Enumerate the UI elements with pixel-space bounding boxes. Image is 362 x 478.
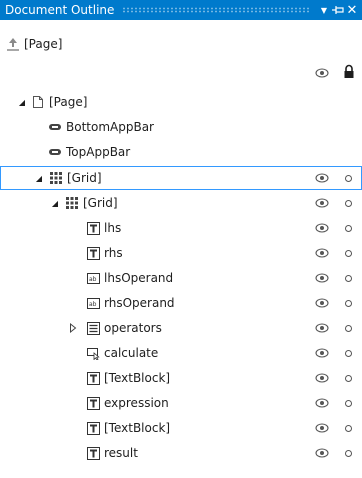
grid-icon (49, 171, 63, 185)
visibility-eye-icon[interactable] (315, 246, 329, 260)
visibility-eye-icon[interactable] (315, 221, 329, 235)
textblock-icon (86, 221, 100, 235)
tree-item-textblock-1[interactable]: [TextBlock] (0, 366, 362, 390)
visibility-eye-icon[interactable] (315, 321, 329, 335)
lock-toggle-dot[interactable] (345, 425, 352, 432)
visibility-eye-icon[interactable] (315, 346, 329, 360)
tree-item-calculate[interactable]: calculate (0, 341, 362, 365)
tree-item-lhs[interactable]: lhs (0, 216, 362, 240)
textbox-icon: ab (86, 296, 100, 310)
collapsed-triangle-icon[interactable] (68, 323, 78, 333)
tree-item-textblock-2[interactable]: [TextBlock] (0, 416, 362, 440)
tree-item-grid-inner[interactable]: ◢ [Grid] (0, 191, 362, 215)
tree-item-label: calculate (104, 346, 159, 360)
pin-icon (332, 6, 344, 14)
visibility-eye-icon[interactable] (315, 271, 329, 285)
lock-toggle-dot[interactable] (345, 450, 352, 457)
visibility-eye-icon[interactable] (315, 296, 329, 310)
tree-item-label: [TextBlock] (104, 371, 171, 385)
show-all-eye-icon[interactable] (315, 66, 329, 80)
tree-item-page[interactable]: ◢ [Page] (0, 90, 362, 114)
tree-item-label: rhs (104, 246, 123, 260)
lock-toggle-dot[interactable] (345, 275, 352, 282)
tree-item-bottomappbar[interactable]: BottomAppBar (0, 115, 362, 139)
tree-item-label: [Grid] (83, 196, 118, 210)
visibility-eye-icon[interactable] (315, 396, 329, 410)
tree-item-grid-outer[interactable]: ◢ [Grid] (0, 166, 362, 190)
tree-item-rhsoperand[interactable]: ab rhsOperand (0, 291, 362, 315)
tree-item-result[interactable]: result (0, 441, 362, 465)
tree-item-label: lhsOperand (104, 271, 174, 285)
expanded-triangle-icon[interactable]: ◢ (50, 198, 60, 208)
tree-item-label: expression (104, 396, 169, 410)
visibility-eye-icon[interactable] (315, 171, 329, 185)
textblock-icon (86, 371, 100, 385)
textbox-icon: ab (86, 271, 100, 285)
visibility-eye-icon[interactable] (315, 421, 329, 435)
lock-toggle-dot[interactable] (345, 350, 352, 357)
lock-toggle-dot[interactable] (345, 300, 352, 307)
lock-toggle-dot[interactable] (345, 400, 352, 407)
panel-title: Document Outline (5, 3, 115, 17)
svg-text:ab: ab (89, 301, 97, 308)
textblock-icon (86, 246, 100, 260)
lock-toggle-dot[interactable] (345, 325, 352, 332)
visibility-eye-icon[interactable] (315, 196, 329, 210)
tree-item-label: rhsOperand (104, 296, 175, 310)
listbox-icon (86, 321, 100, 335)
tree-item-operators[interactable]: operators (0, 316, 362, 340)
textblock-icon (86, 421, 100, 435)
lock-toggle-dot[interactable] (345, 375, 352, 382)
appbar-icon (48, 120, 62, 134)
appbar-icon (48, 145, 62, 159)
tree-item-label: operators (104, 321, 162, 335)
tree-item-label: result (104, 446, 138, 460)
tree-item-rhs[interactable]: rhs (0, 241, 362, 265)
lock-toggle-dot[interactable] (345, 250, 352, 257)
lock-toggle-dot[interactable] (345, 175, 352, 182)
window-position-dropdown-button[interactable]: ▼ (317, 0, 331, 20)
textblock-icon (86, 446, 100, 460)
button-icon (86, 346, 100, 360)
tree-item-label: lhs (104, 221, 122, 235)
close-button[interactable]: ✕ (345, 0, 359, 20)
tree-item-label: TopAppBar (66, 145, 131, 159)
visibility-eye-icon[interactable] (315, 371, 329, 385)
tree-item-label: [TextBlock] (104, 421, 171, 435)
tree-item-expression[interactable]: expression (0, 391, 362, 415)
scope-up-row[interactable]: [Page] (0, 34, 62, 54)
tree-item-label: BottomAppBar (66, 120, 154, 134)
lock-toggle-dot[interactable] (345, 200, 352, 207)
textblock-icon (86, 396, 100, 410)
lock-toggle-dot[interactable] (345, 225, 352, 232)
expanded-triangle-icon[interactable]: ◢ (17, 97, 27, 107)
scope-page-label[interactable]: [Page] (24, 37, 62, 51)
page-icon (31, 95, 45, 109)
navigate-up-icon[interactable] (4, 36, 22, 52)
auto-hide-pin-button[interactable] (331, 0, 345, 20)
svg-text:ab: ab (89, 276, 97, 283)
tree-item-topappbar[interactable]: TopAppBar (0, 140, 362, 164)
visibility-eye-icon[interactable] (315, 446, 329, 460)
grid-icon (65, 196, 79, 210)
title-bar: Document Outline ▼ ✕ (0, 0, 362, 20)
title-grip[interactable] (122, 7, 309, 13)
tree-item-label: [Page] (49, 95, 88, 109)
expanded-triangle-icon[interactable]: ◢ (34, 173, 44, 183)
lock-all-icon[interactable] (343, 64, 355, 79)
tree-item-label: [Grid] (67, 171, 102, 185)
tree-item-lhsoperand[interactable]: ab lhsOperand (0, 266, 362, 290)
